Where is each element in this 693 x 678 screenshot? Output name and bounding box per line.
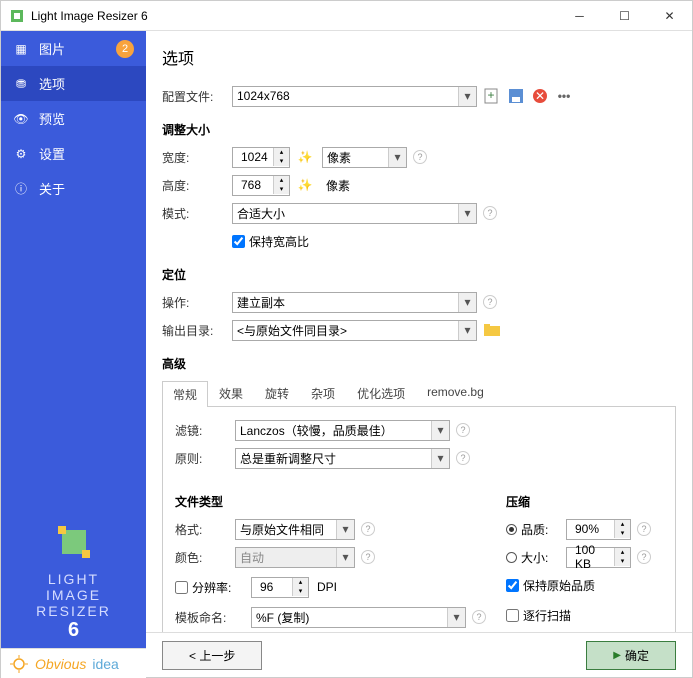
- window-title: Light Image Resizer 6: [31, 9, 557, 23]
- resolution-spinner[interactable]: 96▴▾: [251, 577, 309, 598]
- outdir-combo[interactable]: <与原始文件同目录>▾: [232, 320, 477, 341]
- sliders-icon: ⛃: [13, 77, 29, 91]
- policy-combo[interactable]: 总是重新调整尺寸▾: [235, 448, 450, 469]
- tab-general[interactable]: 常规: [162, 381, 208, 407]
- width-spinner[interactable]: 1024▴▾: [232, 147, 290, 168]
- vendor-logo[interactable]: Obviousidea: [1, 648, 146, 678]
- profile-add-button[interactable]: +: [483, 87, 501, 105]
- help-icon[interactable]: ?: [413, 150, 427, 164]
- info-icon: ⓘ: [13, 180, 29, 197]
- resolution-checkbox[interactable]: 分辨率:: [175, 579, 251, 596]
- page-title: 选项: [162, 45, 676, 69]
- resize-section-title: 调整大小: [162, 121, 676, 138]
- quality-spinner[interactable]: 90%▴▾: [566, 519, 631, 540]
- help-icon[interactable]: ?: [483, 206, 497, 220]
- profile-label: 配置文件:: [162, 88, 232, 105]
- template-combo[interactable]: %F (复制)▾: [251, 607, 466, 628]
- profile-delete-button[interactable]: ✕: [531, 87, 549, 105]
- height-spinner[interactable]: 768▴▾: [232, 175, 290, 196]
- profile-more-button[interactable]: •••: [555, 87, 573, 105]
- svg-text:+: +: [487, 88, 494, 102]
- help-icon[interactable]: ?: [483, 295, 497, 309]
- profile-combo[interactable]: 1024x768▾: [232, 86, 477, 107]
- titlebar: Light Image Resizer 6 ─ ☐ ✕: [1, 1, 692, 31]
- gear-icon: ⚙: [13, 147, 29, 161]
- position-section-title: 定位: [162, 266, 676, 283]
- prev-button[interactable]: < 上一步: [162, 641, 262, 670]
- keep-ratio-checkbox[interactable]: 保持宽高比: [232, 233, 309, 250]
- sidebar-item-images[interactable]: ▦ 图片 2: [1, 31, 146, 66]
- mode-combo[interactable]: 合适大小▾: [232, 203, 477, 224]
- maximize-button[interactable]: ☐: [602, 1, 647, 31]
- quality-radio[interactable]: 品质:: [506, 521, 566, 538]
- progressive-scan-checkbox[interactable]: 逐行扫描: [506, 607, 571, 624]
- profile-save-button[interactable]: [507, 87, 525, 105]
- lightbulb-icon: [9, 654, 29, 674]
- product-logo: LIGHT IMAGE RESIZER 6: [1, 512, 146, 648]
- wand-icon[interactable]: ✨: [296, 176, 314, 194]
- help-icon[interactable]: ?: [456, 451, 470, 465]
- format-combo[interactable]: 与原始文件相同▾: [235, 519, 355, 540]
- sidebar-item-options[interactable]: ⛃ 选项: [1, 66, 146, 101]
- sidebar-item-preview[interactable]: 👁 预览: [1, 101, 146, 136]
- keep-original-quality-checkbox[interactable]: 保持原始品质: [506, 577, 595, 594]
- help-icon[interactable]: ?: [637, 522, 651, 536]
- tab-rotate[interactable]: 旋转: [254, 380, 300, 406]
- close-button[interactable]: ✕: [647, 1, 692, 31]
- tab-misc[interactable]: 杂项: [300, 380, 346, 406]
- bottom-bar: < 上一步 确定: [146, 632, 692, 678]
- size-spinner[interactable]: 100 KB▴▾: [566, 547, 631, 568]
- images-badge: 2: [116, 40, 134, 58]
- sidebar-item-about[interactable]: ⓘ 关于: [1, 171, 146, 206]
- filter-combo[interactable]: Lanczos（较慢，品质最佳）▾: [235, 420, 450, 441]
- folder-icon[interactable]: [483, 321, 501, 339]
- eye-icon: 👁: [13, 112, 29, 126]
- tab-removebg[interactable]: remove.bg: [416, 380, 495, 406]
- help-icon[interactable]: ?: [637, 550, 651, 564]
- ok-button[interactable]: 确定: [586, 641, 676, 670]
- help-icon[interactable]: ?: [472, 610, 486, 624]
- width-unit-combo[interactable]: 像素▾: [322, 147, 407, 168]
- tab-optimize[interactable]: 优化选项: [346, 380, 416, 406]
- svg-text:✕: ✕: [535, 89, 545, 103]
- images-icon: ▦: [13, 42, 29, 56]
- action-combo[interactable]: 建立副本▾: [232, 292, 477, 313]
- minimize-button[interactable]: ─: [557, 1, 602, 31]
- color-combo: 自动▾: [235, 547, 355, 568]
- help-icon[interactable]: ?: [361, 550, 375, 564]
- content: 选项 配置文件: 1024x768▾ + ✕ ••• 调整大小 宽度: 1024…: [146, 31, 692, 678]
- advanced-section-title: 高级: [162, 355, 676, 372]
- wand-icon[interactable]: ✨: [296, 148, 314, 166]
- help-icon[interactable]: ?: [361, 522, 375, 536]
- size-radio[interactable]: 大小:: [506, 549, 566, 566]
- tab-effects[interactable]: 效果: [208, 380, 254, 406]
- chevron-down-icon: ▾: [458, 87, 476, 106]
- app-icon: [9, 8, 25, 24]
- help-icon[interactable]: ?: [456, 423, 470, 437]
- sidebar-item-settings[interactable]: ⚙ 设置: [1, 136, 146, 171]
- advanced-tabs: 常规 效果 旋转 杂项 优化选项 remove.bg: [162, 380, 676, 407]
- sidebar: ▦ 图片 2 ⛃ 选项 👁 预览 ⚙ 设置 ⓘ 关于 LIGHT IMAGE R…: [1, 31, 146, 678]
